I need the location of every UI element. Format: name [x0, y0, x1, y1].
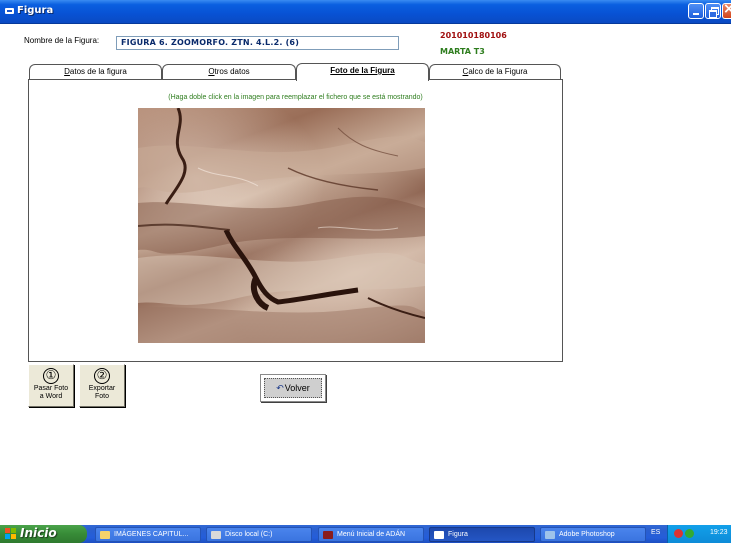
pasar-foto-line1: Pasar Foto: [33, 385, 69, 392]
volver-label: Volver: [284, 383, 310, 393]
figure-photo[interactable]: [138, 108, 425, 343]
volver-button-face: ↶Volver: [264, 378, 322, 398]
taskbar-item-label: Figura: [448, 531, 468, 538]
taskbar: Inicio IMÁGENES CAPITUL... Disco local (…: [0, 525, 731, 543]
tab-otros-datos[interactable]: Otros datos: [162, 64, 296, 80]
author-label: MARTA T3: [440, 47, 485, 56]
form-icon: [434, 531, 444, 539]
volver-button[interactable]: ↶Volver: [260, 374, 326, 402]
start-button[interactable]: Inicio: [0, 525, 87, 543]
exportar-foto-button[interactable]: ② Exportar Foto: [79, 364, 125, 407]
taskbar-item-photoshop[interactable]: Adobe Photoshop: [540, 527, 646, 542]
photo-hint: (Haga doble click en la imagen para reem…: [168, 94, 423, 101]
figure-name-field[interactable]: FIGURA 6. ZOOMORFO. ZTN. 4.L.2. (6): [116, 36, 399, 50]
exportar-foto-line2: Foto: [94, 393, 109, 400]
language-indicator[interactable]: ES: [651, 529, 660, 536]
minimize-button[interactable]: [688, 3, 704, 19]
rock-texture-graphic: [138, 108, 425, 343]
clock: 19:23: [710, 529, 728, 536]
tab-datos-figura[interactable]: Datos de la figura: [29, 64, 162, 80]
taskbar-item-label: Disco local (C:): [225, 531, 273, 538]
record-id: 201010180106: [440, 31, 507, 40]
pasar-foto-line2: a Word: [39, 393, 63, 400]
number-two-icon: ②: [94, 368, 110, 384]
undo-arrow-icon: ↶: [276, 384, 284, 394]
window-app-icon: [5, 8, 14, 14]
drive-icon: [211, 531, 221, 539]
taskbar-item-disco-local[interactable]: Disco local (C:): [206, 527, 312, 542]
system-tray: 19:23: [667, 525, 731, 543]
windows-logo-icon: [5, 528, 16, 539]
tab-calco-figura[interactable]: Calco de la Figura: [429, 64, 561, 80]
app-icon: [323, 531, 333, 539]
start-label: Inicio: [20, 526, 57, 540]
taskbar-item-label: IMÁGENES CAPITUL...: [114, 531, 189, 538]
tab-datos-label: atos de la figura: [69, 67, 127, 76]
figure-name-label: Nombre de la Figura:: [24, 36, 100, 45]
taskbar-item-label: Adobe Photoshop: [559, 531, 615, 538]
window-title: Figura: [17, 5, 54, 16]
tab-otros-label: tros datos: [214, 67, 250, 76]
tab-foto-label: Foto de la Figura: [330, 66, 395, 75]
taskbar-item-label: Menú Inicial de ADÁN: [337, 531, 406, 538]
close-button[interactable]: [722, 1, 731, 19]
restore-button[interactable]: [705, 3, 721, 19]
pasar-foto-word-button[interactable]: ① Pasar Foto a Word: [28, 364, 74, 407]
security-tray-icon[interactable]: [674, 529, 683, 538]
taskbar-item-imagenes[interactable]: IMÁGENES CAPITUL...: [95, 527, 201, 542]
tab-foto-figura[interactable]: Foto de la Figura: [296, 63, 429, 81]
photoshop-icon: [545, 531, 555, 539]
network-tray-icon[interactable]: [685, 529, 694, 538]
taskbar-item-menu-adan[interactable]: Menú Inicial de ADÁN: [318, 527, 424, 542]
exportar-foto-line1: Exportar: [88, 385, 116, 392]
tab-panel-foto: (Haga doble click en la imagen para reem…: [28, 79, 563, 362]
folder-icon: [100, 531, 110, 539]
tab-calco-label: alco de la Figura: [468, 67, 528, 76]
taskbar-item-figura[interactable]: Figura: [429, 527, 535, 542]
number-one-icon: ①: [43, 368, 59, 384]
title-bar[interactable]: Figura: [0, 0, 731, 24]
